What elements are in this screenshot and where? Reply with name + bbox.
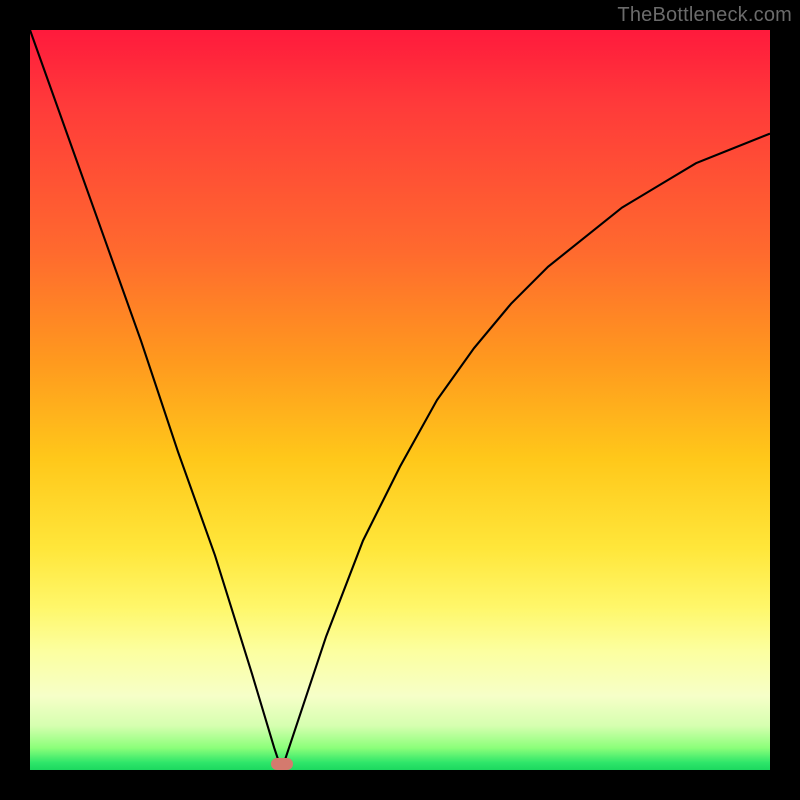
chart-frame — [30, 30, 770, 770]
optimum-marker — [271, 758, 293, 770]
watermark-text: TheBottleneck.com — [617, 4, 792, 27]
bottleneck-curve — [30, 30, 770, 770]
